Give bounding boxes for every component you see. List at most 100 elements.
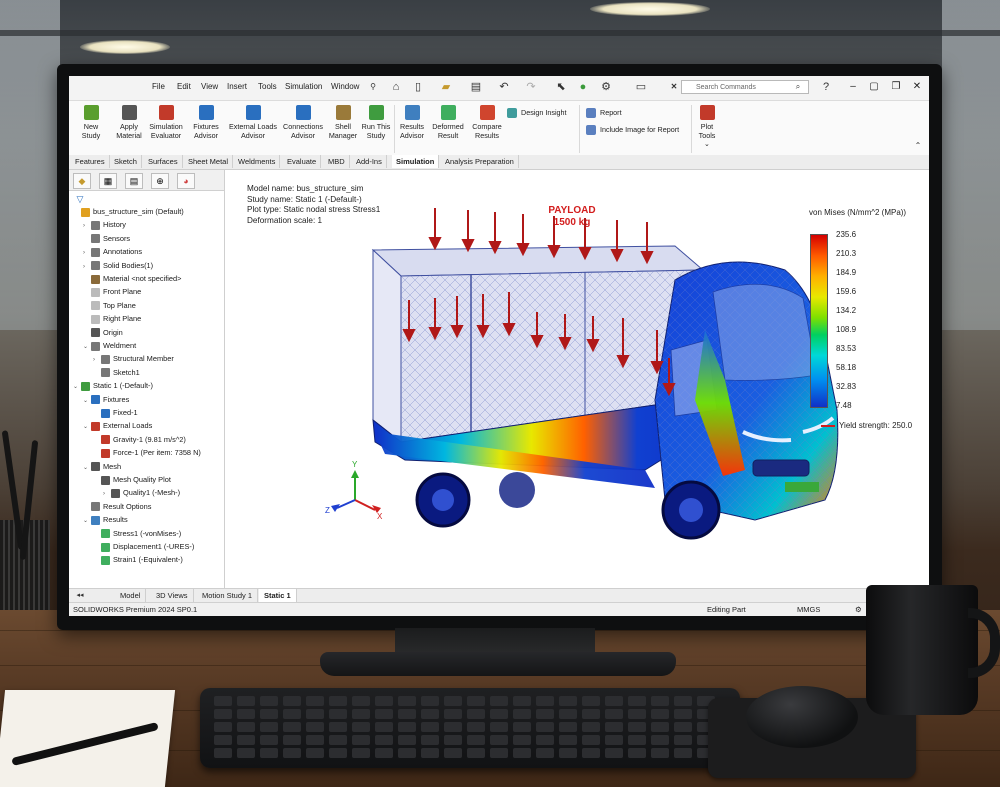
tab-model[interactable]: Model	[115, 589, 147, 603]
chevron-down-icon[interactable]: ⌄	[704, 139, 710, 148]
tab-motion-study[interactable]: Motion Study 1	[197, 589, 259, 603]
menu-insert[interactable]: Insert	[227, 82, 247, 91]
compare-results-button[interactable]: Compare Results	[469, 105, 505, 140]
tree-item[interactable]: › History	[83, 219, 126, 231]
new-document-icon[interactable]: ▯	[411, 80, 425, 94]
tab-3d-views[interactable]: 3D Views	[151, 589, 194, 603]
tree-caret-icon[interactable]: ›	[93, 354, 101, 366]
tree-item[interactable]: Right Plane	[83, 313, 141, 325]
tree-caret-icon[interactable]: ⌄	[83, 395, 91, 407]
menu-edit[interactable]: Edit	[177, 82, 191, 91]
include-image-report-button[interactable]: Include Image for Report	[586, 125, 679, 136]
tree-item[interactable]: ⌄ Results	[83, 514, 128, 526]
tree-caret-icon[interactable]: ⌄	[83, 421, 91, 433]
menu-simulation[interactable]: Simulation	[285, 82, 322, 91]
tree-item[interactable]: › Structural Member	[93, 353, 174, 365]
shell-manager-button[interactable]: Shell Manager	[328, 105, 358, 140]
filter-icon[interactable]: ▽	[73, 192, 87, 206]
collapse-ribbon-icon[interactable]: ⌃	[911, 139, 925, 153]
tab-add-ins[interactable]: Add-Ins	[352, 155, 387, 168]
tree-item[interactable]: Front Plane	[83, 286, 141, 298]
search-input[interactable]: Search Commands	[681, 80, 809, 94]
display-manager-icon[interactable]: ◕	[177, 173, 195, 189]
tab-analysis-preparation[interactable]: Analysis Preparation	[441, 155, 519, 168]
tab-sketch[interactable]: Sketch	[110, 155, 142, 168]
redo-icon[interactable]: ↷	[524, 80, 538, 94]
box-select-icon[interactable]: ▭	[634, 80, 648, 94]
dimxpert-icon[interactable]: ⊕	[151, 173, 169, 189]
tree-caret-icon[interactable]: ›	[83, 220, 91, 232]
options-gear-icon[interactable]: ⚙	[599, 80, 613, 94]
tree-item[interactable]: Result Options	[83, 501, 151, 513]
tree-item[interactable]: Material <not specified>	[83, 273, 181, 285]
menu-view[interactable]: View	[201, 82, 218, 91]
tree-caret-icon[interactable]: ⌄	[73, 381, 81, 393]
feature-manager-icon[interactable]: ◆	[73, 173, 91, 189]
tree-item[interactable]: Gravity-1 (9.81 m/s^2)	[93, 434, 186, 446]
tree-caret-icon[interactable]: ⌄	[83, 515, 91, 527]
print-icon[interactable]: ▤	[469, 80, 483, 94]
tree-item[interactable]: › Annotations	[83, 246, 142, 258]
unit-system[interactable]: MMGS	[797, 603, 820, 616]
help-icon[interactable]: ?	[819, 80, 833, 94]
menu-file[interactable]: File	[152, 82, 165, 91]
plot-tools-button[interactable]: Plot Tools ⌄	[695, 105, 719, 149]
tree-item[interactable]: ⌄ External Loads	[83, 420, 152, 432]
tree-item[interactable]: Top Plane	[83, 300, 136, 312]
close-button[interactable]: ✕	[910, 80, 924, 94]
pin-icon[interactable]: ⚲	[366, 80, 380, 94]
tab-static-1[interactable]: Static 1	[259, 589, 297, 603]
new-study-button[interactable]: New Study	[79, 105, 103, 140]
tree-item[interactable]: Stress1 (-vonMises-)	[93, 528, 181, 540]
tree-item[interactable]: Origin	[83, 327, 123, 339]
tree-item[interactable]: Sketch1	[93, 367, 140, 379]
tree-item[interactable]: ⌄ Mesh	[83, 461, 121, 473]
menu-window[interactable]: Window	[331, 82, 359, 91]
open-folder-icon[interactable]: ▰	[439, 80, 453, 94]
run-this-study-button[interactable]: Run This Study	[361, 105, 391, 140]
tree-item[interactable]: Force-1 (Per item: 7358 N)	[93, 447, 201, 459]
tree-item[interactable]: Mesh Quality Plot	[93, 474, 171, 486]
minimize-button[interactable]: –	[846, 80, 860, 94]
simulation-evaluator-button[interactable]: Simulation Evaluator	[147, 105, 185, 140]
tab-sheet-metal[interactable]: Sheet Metal	[184, 155, 234, 168]
tree-caret-icon[interactable]: ⌄	[83, 341, 91, 353]
deformed-result-button[interactable]: Deformed Result	[430, 105, 466, 140]
connections-advisor-button[interactable]: Connections Advisor	[281, 105, 325, 140]
tab-features[interactable]: Features	[71, 155, 110, 168]
tab-mbd[interactable]: MBD	[324, 155, 350, 168]
restore-button[interactable]: ❐	[889, 80, 903, 94]
tree-item[interactable]: bus_structure_sim (Default)	[73, 206, 184, 218]
tree-item[interactable]: Sensors	[83, 233, 130, 245]
tab-evaluate[interactable]: Evaluate	[283, 155, 322, 168]
tree-item[interactable]: Strain1 (-Equivalent-)	[93, 554, 183, 566]
tree-caret-icon[interactable]: ›	[103, 488, 111, 500]
design-insight-button[interactable]: Design Insight	[507, 108, 567, 119]
report-button[interactable]: Report	[586, 108, 622, 119]
menu-tools[interactable]: Tools	[258, 82, 277, 91]
tree-item[interactable]: ⌄ Static 1 (-Default-)	[73, 380, 153, 392]
home-icon[interactable]: ⌂	[389, 80, 403, 94]
tree-item[interactable]: Fixed-1	[93, 407, 138, 419]
external-loads-advisor-button[interactable]: External Loads Advisor	[227, 105, 279, 140]
apply-material-button[interactable]: Apply Material	[115, 105, 143, 140]
tree-caret-icon[interactable]: ›	[83, 261, 91, 273]
scroll-left-icon[interactable]: ◂◂	[73, 589, 87, 603]
tab-surfaces[interactable]: Surfaces	[144, 155, 183, 168]
settings-icon[interactable]: ⚙	[855, 603, 862, 616]
traffic-light-icon[interactable]: ●	[576, 80, 590, 94]
tab-simulation[interactable]: Simulation	[392, 155, 440, 168]
property-manager-icon[interactable]: ▦	[99, 173, 117, 189]
select-cursor-icon[interactable]: ⬉	[554, 80, 568, 94]
tree-caret-icon[interactable]: ›	[83, 247, 91, 259]
graphics-area[interactable]: Model name: bus_structure_sim Study name…	[225, 170, 929, 588]
search-icon[interactable]: ⌕	[791, 80, 805, 94]
maximize-button[interactable]: ▢	[867, 80, 881, 94]
tree-item[interactable]: Displacement1 (-URES-)	[93, 541, 194, 553]
tree-caret-icon[interactable]: ⌄	[83, 462, 91, 474]
configuration-manager-icon[interactable]: ▤	[125, 173, 143, 189]
results-advisor-button[interactable]: Results Advisor	[397, 105, 427, 140]
fixtures-advisor-button[interactable]: Fixtures Advisor	[189, 105, 223, 140]
tab-weldments[interactable]: Weldments	[234, 155, 281, 168]
tree-item[interactable]: ⌄ Weldment	[83, 340, 136, 352]
